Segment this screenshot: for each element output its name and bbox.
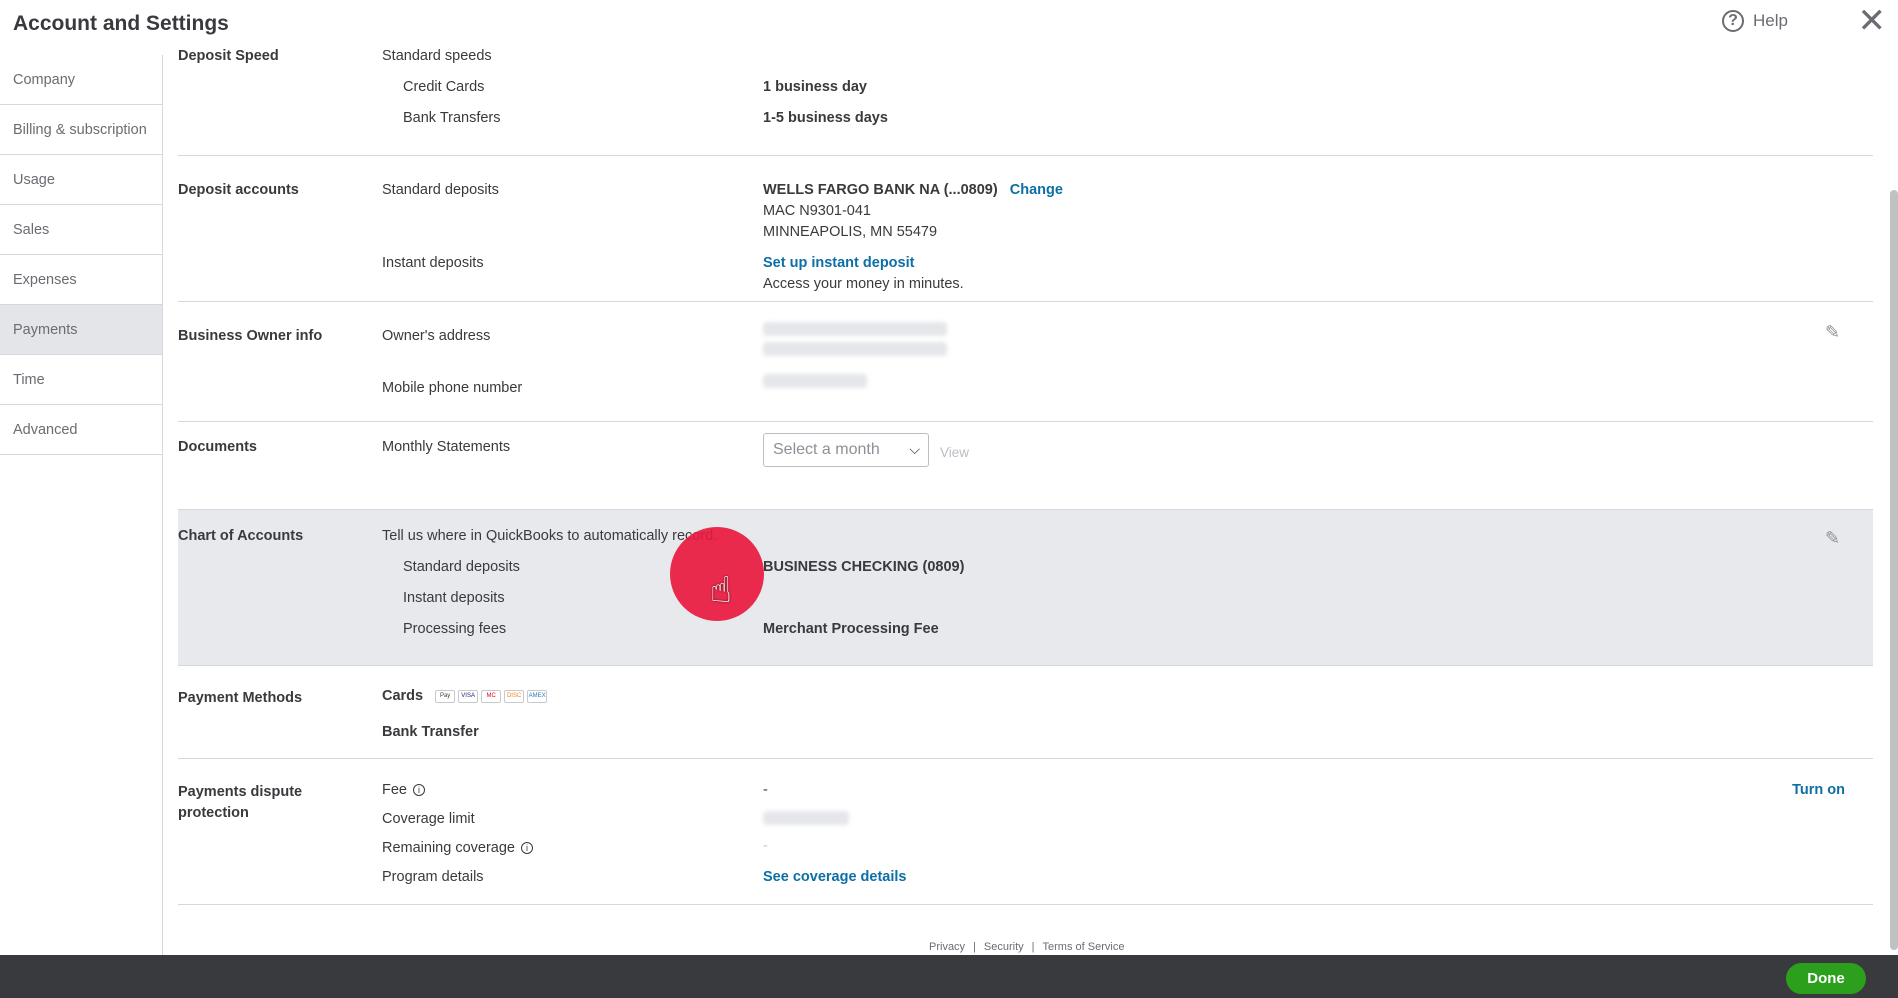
settings-sidebar: Company Billing & subscription Usage Sal…	[0, 55, 163, 955]
sidebar-item-company[interactable]: Company	[0, 55, 162, 105]
monthly-statements-label: Monthly Statements	[382, 439, 511, 455]
section-heading: Payment Methods	[178, 690, 303, 706]
standard-speeds-label: Standard speeds	[382, 48, 492, 64]
section-heading: Payments dispute protection	[178, 782, 302, 824]
amex-icon: AMEX	[527, 689, 548, 703]
mobile-phone-label: Mobile phone number	[382, 380, 523, 396]
separator: |	[973, 941, 976, 953]
standard-deposits-label: Standard deposits	[382, 182, 499, 198]
select-placeholder: Select a month	[773, 441, 880, 458]
done-button[interactable]: Done	[1786, 963, 1866, 994]
help-label: Help	[1753, 11, 1788, 30]
sidebar-item-sales[interactable]: Sales	[0, 205, 162, 255]
mastercard-icon: MC	[481, 689, 502, 703]
heading-line2: protection	[178, 805, 249, 821]
redacted-phone	[763, 374, 867, 388]
discover-icon: DISC	[504, 689, 525, 703]
instant-deposit-description: Access your money in minutes.	[763, 276, 964, 292]
credit-cards-label: Credit Cards	[403, 79, 485, 95]
fee-label: Fee	[382, 782, 407, 798]
month-select[interactable]: Select a month ⌵	[763, 433, 929, 467]
section-heading: Business Owner info	[178, 328, 323, 344]
bank-transfers-speed: 1-5 business days	[763, 110, 888, 126]
remaining-coverage-label: Remaining coverage	[382, 840, 515, 856]
sidebar-item-payments[interactable]: Payments	[0, 305, 162, 355]
heading-line1: Payments dispute	[178, 784, 303, 800]
fee-value: -	[763, 782, 768, 798]
separator: |	[1031, 941, 1035, 953]
terms-link[interactable]: Terms of Service	[1043, 941, 1125, 953]
edit-pencil-icon[interactable]: ✎	[1825, 322, 1845, 342]
section-heading: Deposit accounts	[178, 182, 299, 198]
info-icon[interactable]: i	[521, 842, 533, 855]
instant-deposits-label: Instant deposits	[382, 255, 484, 271]
deposit-accounts-section: Deposit accounts Standard deposits WELLS…	[178, 156, 1873, 302]
bank-transfers-label: Bank Transfers	[403, 110, 501, 126]
hand-cursor-icon: ☝	[710, 569, 732, 610]
standard-deposits-label: Standard deposits	[403, 559, 520, 575]
instant-deposits-label: Instant deposits	[403, 590, 505, 606]
standard-deposits-account: BUSINESS CHECKING (0809)	[763, 559, 965, 575]
apple-pay-icon: Pay	[435, 689, 456, 703]
chevron-down-icon: ⌵	[909, 441, 920, 457]
bank-address-line2: MINNEAPOLIS, MN 55479	[763, 224, 938, 240]
close-icon[interactable]: ✕	[1858, 4, 1887, 38]
processing-fees-account: Merchant Processing Fee	[763, 621, 939, 637]
page-title: Account and Settings	[13, 12, 229, 35]
owners-address-label: Owner's address	[382, 328, 491, 344]
scrollbar[interactable]	[1890, 190, 1898, 950]
setup-instant-deposit-link[interactable]: Set up instant deposit	[763, 255, 914, 271]
section-heading: Chart of Accounts	[178, 528, 304, 544]
credit-cards-speed: 1 business day	[763, 79, 867, 95]
sidebar-item-advanced[interactable]: Advanced	[0, 405, 162, 455]
redacted-coverage-limit	[763, 811, 849, 825]
bank-transfer-label: Bank Transfer	[382, 724, 479, 740]
visa-icon: VISA	[458, 689, 479, 703]
sidebar-item-billing[interactable]: Billing & subscription	[0, 105, 162, 155]
question-icon: ?	[1722, 10, 1745, 32]
business-owner-section: Business Owner info Owner's address Mobi…	[178, 302, 1873, 422]
settings-content: Deposit Speed Standard speeds Credit Car…	[178, 45, 1873, 905]
edit-pencil-icon[interactable]: ✎	[1825, 528, 1845, 548]
footer-links: Privacy | Security | Terms of Service	[929, 941, 1124, 953]
processing-fees-label: Processing fees	[403, 621, 507, 637]
program-details-label: Program details	[382, 869, 484, 885]
section-heading: Deposit Speed	[178, 48, 279, 64]
info-icon[interactable]: i	[413, 784, 425, 797]
bottom-action-bar: Done	[0, 955, 1898, 998]
turn-on-link[interactable]: Turn on	[1792, 782, 1845, 798]
change-link[interactable]: Change	[1010, 182, 1063, 198]
section-heading: Documents	[178, 439, 257, 455]
chart-of-accounts-section: Chart of Accounts Tell us where in Quick…	[178, 510, 1873, 666]
coverage-limit-label: Coverage limit	[382, 811, 475, 827]
bank-address-line1: MAC N9301-041	[763, 203, 871, 219]
redacted-address-line1	[763, 322, 947, 336]
deposit-speed-section: Deposit Speed Standard speeds Credit Car…	[178, 45, 1873, 156]
security-link[interactable]: Security	[984, 941, 1024, 953]
dispute-protection-section: Payments dispute protection Fee i - Cover…	[178, 759, 1873, 905]
view-statement-link[interactable]: View	[940, 445, 969, 460]
redacted-address-line2	[763, 342, 947, 356]
sidebar-item-expenses[interactable]: Expenses	[0, 255, 162, 305]
remaining-coverage-value: -	[763, 838, 768, 854]
sidebar-item-time[interactable]: Time	[0, 355, 162, 405]
cards-label: Cards	[382, 688, 424, 704]
card-brand-icons: Pay VISA MC DISC AMEX	[435, 689, 548, 703]
help-button[interactable]: ? Help	[1722, 10, 1788, 32]
payment-methods-section: Payment Methods Cards Pay VISA MC DISC A…	[178, 666, 1873, 759]
privacy-link[interactable]: Privacy	[929, 941, 965, 953]
see-coverage-details-link[interactable]: See coverage details	[763, 869, 906, 885]
chart-intro-text: Tell us where in QuickBooks to automatic…	[382, 528, 718, 544]
bank-account-name: WELLS FARGO BANK NA (...0809)	[763, 182, 998, 198]
documents-section: Documents Monthly Statements Select a mo…	[178, 422, 1873, 510]
sidebar-item-usage[interactable]: Usage	[0, 155, 162, 205]
